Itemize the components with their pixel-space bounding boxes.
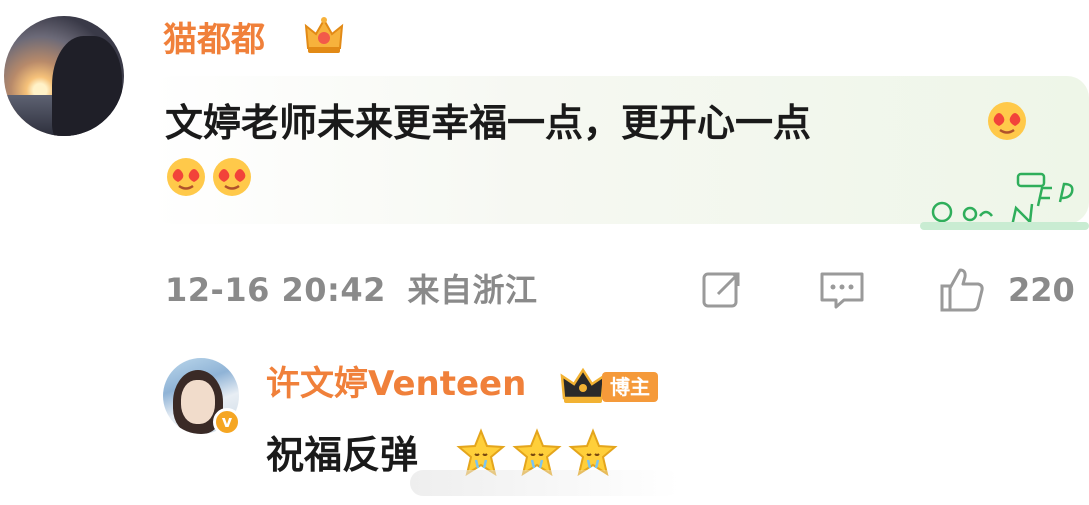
comment-meta: 12-16 20:42 来自浙江	[165, 268, 538, 312]
heart-eyes-emoji	[167, 158, 205, 196]
like-count: 220	[1008, 271, 1075, 309]
timestamp: 12-16 20:42	[165, 271, 386, 309]
reply-username[interactable]: 许文婷Venteen	[266, 362, 526, 406]
crown-icon	[304, 17, 344, 53]
comment-text: 文婷老师未来更幸福一点，更开心一点	[165, 96, 995, 150]
emoji-row	[165, 156, 257, 202]
verified-icon: v	[213, 408, 241, 436]
location: 来自浙江	[407, 271, 538, 309]
heart-eyes-emoji	[213, 158, 251, 196]
avatar-face	[181, 380, 215, 424]
avatar-silhouette	[52, 36, 122, 136]
heart-eyes-emoji	[988, 102, 1026, 140]
thumbs-up-icon[interactable]	[938, 266, 986, 314]
share-icon[interactable]	[698, 266, 746, 314]
watermark	[410, 470, 680, 496]
crown-icon	[560, 367, 606, 403]
comment-username[interactable]: 猫都都	[163, 18, 265, 62]
comment-icon[interactable]	[818, 266, 866, 314]
comment-text-content: 文婷老师未来更幸福一点，更开心一点	[165, 101, 812, 145]
role-badge: 博主	[602, 372, 658, 402]
reply-text: 祝福反弹	[266, 433, 419, 477]
infp-sticker	[920, 172, 1089, 230]
avatar[interactable]	[4, 16, 124, 136]
